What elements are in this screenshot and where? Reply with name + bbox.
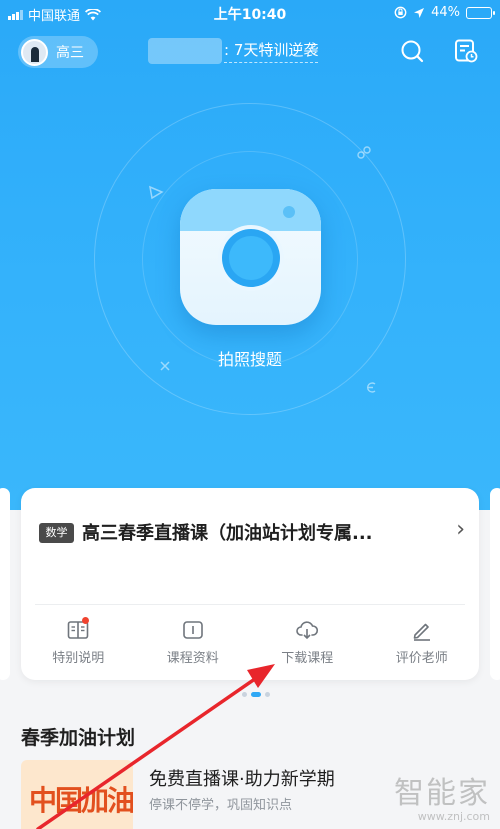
- pager-dot-active[interactable]: [251, 692, 261, 697]
- top-bar: 高三 : 7天特训逆袭: [0, 33, 500, 71]
- status-right: 44%: [394, 5, 495, 20]
- carousel-pager: [242, 692, 270, 697]
- pager-dot[interactable]: [265, 692, 270, 697]
- triangle-icon: [149, 185, 164, 200]
- camera-button[interactable]: [180, 189, 321, 325]
- schedule-icon[interactable]: [453, 38, 479, 64]
- course-actions: 特别说明 课程资料 下载课程 评价老师: [21, 614, 479, 674]
- live-course-thumbnail[interactable]: 中国加油: [21, 760, 133, 829]
- action-label: 课程资料: [166, 651, 219, 666]
- pencil-icon: [413, 623, 430, 641]
- watermark-brand: 智能家: [394, 776, 490, 811]
- watermark: 智能家 www.znj.com: [394, 768, 490, 823]
- camera-lens: [229, 236, 273, 280]
- prev-card-peek[interactable]: [0, 488, 10, 680]
- action-rate-teacher[interactable]: 评价老师: [365, 614, 480, 674]
- cloud-download-icon: [296, 621, 319, 640]
- course-title[interactable]: 高三春季直播课（加油站计划专属...: [82, 519, 442, 545]
- promo-banner[interactable]: : 7天特训逆袭: [148, 36, 319, 66]
- action-label: 评价老师: [395, 651, 448, 666]
- location-icon: [414, 7, 425, 18]
- grade-selector[interactable]: 高三: [18, 36, 98, 68]
- camera-flash-dot: [283, 206, 295, 218]
- course-card[interactable]: 数学 高三春季直播课（加油站计划专属... › 特别说明 课程资料 下载课程 评…: [21, 488, 479, 680]
- live-course-subtitle: 停课不停学，巩固知识点: [149, 798, 293, 813]
- card-divider: [35, 604, 465, 605]
- thumbnail-text: 中国加油: [29, 784, 133, 817]
- pager-dot[interactable]: [242, 692, 247, 697]
- camera-label[interactable]: 拍照搜题: [0, 346, 500, 370]
- action-label: 特别说明: [52, 651, 105, 666]
- avatar[interactable]: [21, 38, 48, 66]
- section-title: 春季加油计划: [21, 727, 136, 749]
- blurred-text: [148, 38, 222, 64]
- notebook-icon: [182, 621, 203, 639]
- live-course-title[interactable]: 免费直播课·助力新学期: [149, 765, 335, 791]
- action-download-course[interactable]: 下载课程: [250, 614, 365, 674]
- action-course-materials[interactable]: 课程资料: [136, 614, 251, 674]
- subject-tag: 数学: [39, 523, 74, 543]
- infinity-icon: [357, 146, 371, 159]
- notification-dot: [82, 617, 89, 624]
- next-card-peek[interactable]: [490, 488, 500, 680]
- battery-icon: [466, 6, 495, 19]
- chevron-right-icon[interactable]: ›: [456, 517, 465, 542]
- promo-text-label: 7天特训逆袭: [233, 41, 319, 59]
- battery-percent: 44%: [431, 5, 460, 20]
- grade-label: 高三: [56, 45, 84, 61]
- rotation-lock-icon: [394, 6, 407, 19]
- action-special-notes[interactable]: 特别说明: [21, 614, 136, 674]
- search-icon[interactable]: [399, 38, 425, 64]
- promo-text[interactable]: : 7天特训逆袭: [224, 39, 319, 63]
- epsilon-icon: [366, 382, 376, 393]
- action-label: 下载课程: [281, 651, 334, 666]
- status-bar: 中国联通 上午10:40 44%: [0, 0, 500, 26]
